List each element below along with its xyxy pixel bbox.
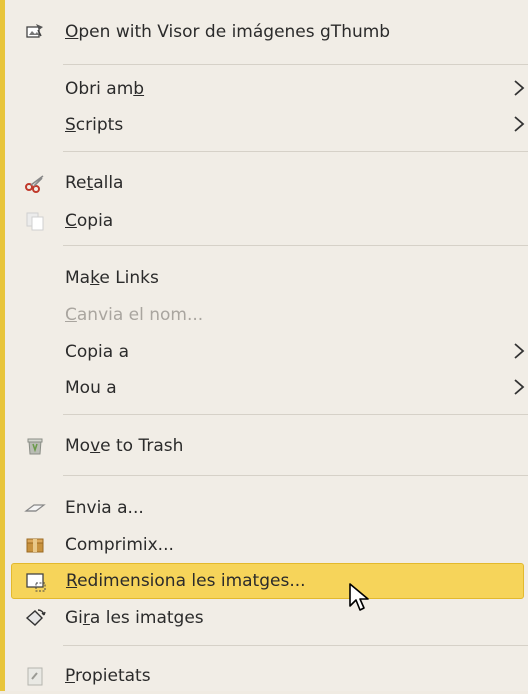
scissors-icon [24,172,46,194]
mouse-cursor-icon [349,583,369,611]
separator [63,151,528,152]
menu-item-label: Comprimix... [65,535,174,555]
chevron-right-icon [514,80,525,96]
separator [63,414,528,415]
menu-item-scripts[interactable]: Scripts [10,107,528,143]
menu-item-copy-to[interactable]: Copia a [10,334,528,370]
separator [63,245,528,246]
menu-item-label: Scripts [65,115,124,135]
menu-item-label: Make Links [65,268,159,288]
menu-item-label: Copia [65,211,114,231]
menu-item-move-to-trash[interactable]: Move to Trash [10,428,528,464]
resize-icon [25,571,47,593]
menu-item-label: Propietats [65,666,151,686]
menu-item-label: Copia a [65,342,130,362]
properties-icon [24,665,46,687]
menu-item-label: Move to Trash [65,436,184,456]
menu-item-rename: Canvia el nom... [10,297,528,333]
menu-item-label: Redimensiona les imatges... [66,571,306,591]
chevron-right-icon [514,116,525,132]
menu-item-label: Obri amb [65,79,145,99]
menu-item-label: Canvia el nom... [65,305,204,325]
chevron-right-icon [514,379,525,395]
menu-item-open-with-gthumb[interactable]: Open with Visor de imágenes gThumb [10,14,528,50]
send-icon [24,497,46,519]
separator [63,645,528,646]
separator [63,64,528,65]
menu-item-open-with[interactable]: Obri amb [10,71,528,107]
trash-icon [24,435,46,457]
menu-item-send-to[interactable]: Envia a... [10,490,528,526]
chevron-right-icon [514,343,525,359]
context-menu: Open with Visor de imágenes gThumb Obri … [0,0,528,691]
gthumb-icon [24,21,46,43]
menu-item-copy[interactable]: Copia [10,203,528,239]
menu-item-make-links[interactable]: Make Links [10,260,528,296]
archive-icon [24,534,46,556]
menu-item-resize-images[interactable]: Redimensiona les imatges... [11,563,524,599]
menu-item-label: Open with Visor de imágenes gThumb [65,22,391,42]
menu-item-move-to[interactable]: Mou a [10,370,528,406]
menu-item-compress[interactable]: Comprimix... [10,527,528,563]
menu-item-cut[interactable]: Retalla [10,165,528,201]
rotate-icon [24,607,46,629]
menu-item-label: Retalla [65,173,124,193]
menu-item-label: Mou a [65,378,117,398]
menu-item-label: Envia a... [65,498,144,518]
menu-item-rotate-images[interactable]: Gira les imatges [10,600,528,636]
copy-icon [24,210,46,232]
menu-item-properties[interactable]: Propietats [10,658,528,694]
menu-item-label: Gira les imatges [65,608,204,628]
separator [63,475,528,476]
